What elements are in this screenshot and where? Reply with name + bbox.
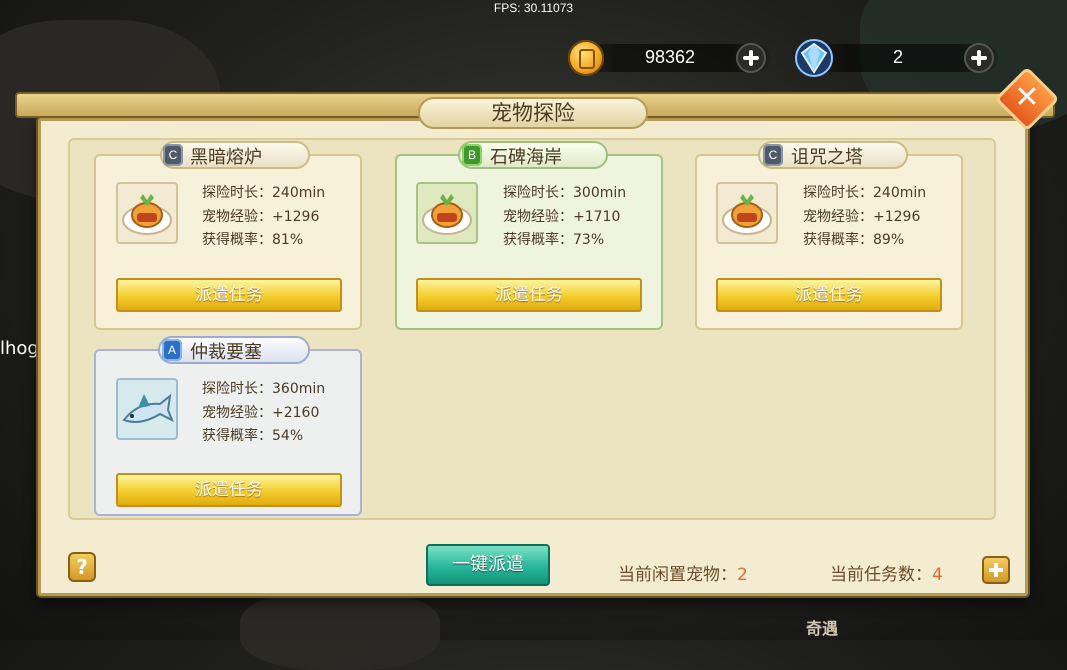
background-player-name: lhog — [0, 338, 39, 359]
duration-text: 探险时长：240min — [803, 185, 927, 201]
help-button[interactable]: ? — [68, 552, 96, 582]
food-plate-icon — [122, 194, 172, 235]
diamond-icon — [795, 39, 833, 77]
add-gold-button[interactable] — [736, 43, 766, 73]
exp-text: 宠物经验：+2160 — [202, 405, 320, 421]
dispatch-button[interactable]: 派遣任务 — [116, 278, 342, 312]
task-count-label: 当前任务数： — [830, 565, 932, 585]
rate-text: 获得概率：73% — [503, 232, 605, 248]
one-click-dispatch-button[interactable]: 一键派遣 — [426, 544, 550, 586]
dispatch-button[interactable]: 派遣任务 — [416, 278, 642, 312]
idle-pets-label: 当前闲置宠物： — [618, 565, 737, 585]
duration-text: 探险时长：360min — [202, 381, 326, 397]
reward-thumbnail — [116, 182, 178, 244]
food-plate-icon — [422, 194, 472, 235]
grade-badge: B — [462, 144, 482, 166]
rate-text: 获得概率：89% — [803, 232, 905, 248]
grade-badge: C — [163, 144, 183, 166]
dispatch-button[interactable]: 派遣任务 — [116, 473, 342, 507]
mission-name: 仲裁要塞 — [190, 342, 262, 363]
idle-pets-status: 当前闲置宠物：2 — [618, 560, 748, 585]
fish-icon — [122, 393, 174, 423]
grade-badge: C — [763, 144, 783, 166]
panel-title: 宠物探险 — [418, 97, 648, 129]
reward-thumbnail — [116, 378, 178, 440]
mission-name: 黑暗熔炉 — [190, 147, 262, 168]
grade-badge: A — [162, 339, 182, 361]
task-count-status: 当前任务数：4 — [830, 560, 943, 585]
adventure-menu-label[interactable]: 奇遇 — [806, 615, 838, 639]
add-task-button[interactable] — [982, 556, 1010, 584]
mission-name: 诅咒之塔 — [791, 147, 863, 168]
fps-counter: FPS: 30.11073 — [493, 1, 574, 15]
rate-text: 获得概率：54% — [202, 428, 304, 444]
close-icon[interactable]: ✕ — [1004, 76, 1050, 122]
exp-text: 宠物经验：+1296 — [202, 209, 320, 225]
reward-thumbnail — [716, 182, 778, 244]
idle-pets-count: 2 — [737, 565, 748, 585]
gold-value: 98362 — [644, 47, 696, 67]
gem-value: 2 — [892, 47, 903, 67]
mission-name: 石碑海岸 — [490, 147, 562, 168]
rate-text: 获得概率：81% — [202, 232, 304, 248]
background-rock — [240, 590, 440, 670]
exp-text: 宠物经验：+1296 — [803, 209, 921, 225]
coin-icon — [568, 40, 604, 76]
duration-text: 探险时长：240min — [202, 185, 326, 201]
dispatch-button[interactable]: 派遣任务 — [716, 278, 942, 312]
duration-text: 探险时长：300min — [503, 185, 627, 201]
reward-thumbnail — [416, 182, 478, 244]
add-gem-button[interactable] — [964, 43, 994, 73]
exp-text: 宠物经验：+1710 — [503, 209, 621, 225]
food-plate-icon — [722, 194, 772, 235]
task-count-value: 4 — [932, 565, 943, 585]
